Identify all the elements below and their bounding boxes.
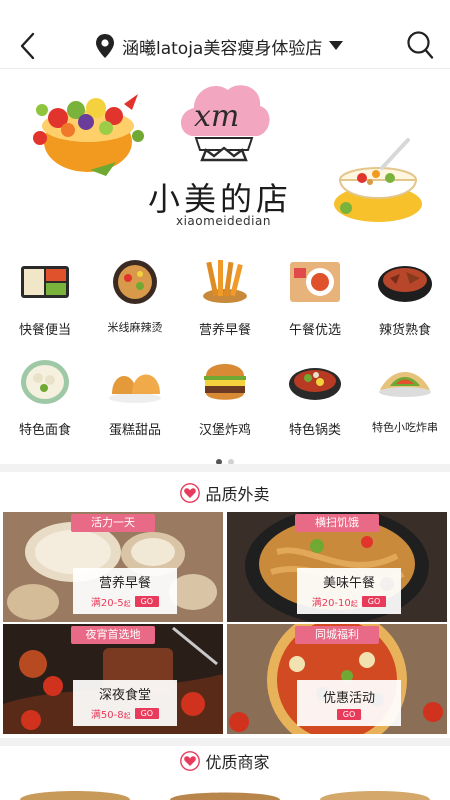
category-mianshi[interactable]: 特色面食 [0,352,90,442]
promo-card-discount[interactable]: 同城福利 优惠活动 GO [227,624,447,734]
fruit-bowl-illustration [33,94,144,176]
heart-icon [180,483,201,503]
category-kuaican[interactable]: 快餐便当 [0,252,90,342]
promo-tag: 同城福利 [295,626,379,644]
go-button[interactable]: GO [336,709,362,720]
cereal-bowl-illustration [334,138,422,222]
category-label: 蛋糕甜品 [108,423,161,438]
promo-tag: 横扫饥饿 [295,514,379,532]
category-label: 汉堡炸鸡 [198,423,251,438]
section-divider [0,738,450,746]
wrap-icon [379,372,431,397]
go-button[interactable]: GO [134,596,160,607]
logo-subtitle: xiaomeidedian [176,214,271,228]
lunch-plate-icon [290,262,340,302]
brand-logo-icon: xm [181,85,270,162]
category-label: 快餐便当 [18,323,71,338]
category-label: 营养早餐 [198,323,251,338]
noodle-pot-icon [113,260,157,304]
category-label: 辣货熟食 [378,323,431,338]
promo-info-box: 营养早餐 满20-5起 GO [73,568,177,614]
category-wucan[interactable]: 午餐优选 [270,252,360,342]
promo-deal: 满20-10起 [311,598,358,609]
category-label: 特色小吃炸串 [372,421,438,434]
category-zaocan[interactable]: 营养早餐 [180,252,270,342]
section-title-takeout: 品质外卖 [0,478,450,508]
burger-icon [204,364,246,400]
promo-tag: 活力一天 [71,514,155,532]
hotpot-icon [289,368,341,400]
bread-icon [109,374,161,403]
promo-card-breakfast[interactable]: 活力一天 营养早餐 满20-5起 GO [3,512,223,622]
promo-card-lunch[interactable]: 横扫饥饿 美味午餐 满20-10起 GO [227,512,447,622]
promo-info-box: 深夜食堂 满50-8起 GO [73,680,177,726]
category-label: 米线麻辣烫 [107,321,163,334]
merchant-thumbnails-peek [20,791,430,800]
category-label: 特色面食 [18,423,71,438]
promo-info-box: 优惠活动 GO [297,680,401,726]
category-xiaochi[interactable]: 特色小吃炸串 [360,352,450,442]
promo-card-latenight[interactable]: 夜宵首选地 深夜食堂 满50-8起 GO [3,624,223,734]
promo-info-box: 美味午餐 满20-10起 GO [297,568,401,614]
section-title-text: 品质外卖 [205,485,270,504]
chevron-down-icon [329,41,344,50]
dumplings-icon [21,360,69,404]
promo-name: 美味午餐 [322,576,375,591]
promo-name: 优惠活动 [322,691,375,706]
category-mixian[interactable]: 米线麻辣烫 [90,252,180,342]
promo-name: 深夜食堂 [98,688,151,703]
promo-deal: 满50-8起 [90,710,131,721]
location-pin-icon [96,34,114,58]
search-icon[interactable] [406,30,434,60]
fries-icon [203,260,247,303]
category-grid: 快餐便当 米线麻辣烫 营养早餐 午餐优选 辣货熟食 特色面食 蛋糕甜品 汉堡炸鸡… [0,252,450,452]
section-divider [0,464,450,472]
promo-tag: 夜宵首选地 [71,626,155,644]
category-lahuo[interactable]: 辣货熟食 [360,252,450,342]
spicy-bowl-icon [378,266,432,302]
category-guolei[interactable]: 特色锅类 [270,352,360,442]
category-dangao[interactable]: 蛋糕甜品 [90,352,180,442]
banner[interactable]: xm 小美的店 xiaomeidedian [0,70,450,242]
promo-name: 营养早餐 [98,576,151,591]
back-icon[interactable] [14,30,42,62]
category-hanbao[interactable]: 汉堡炸鸡 [180,352,270,442]
category-label: 特色锅类 [288,423,341,438]
go-button[interactable]: GO [134,708,160,719]
logo-mark: xm [194,99,239,134]
category-label: 午餐优选 [288,323,341,338]
heart-icon [180,751,201,771]
go-button[interactable]: GO [361,596,387,607]
section-title-merchants: 优质商家 [0,746,450,776]
bento-icon [21,266,69,298]
section-title-text: 优质商家 [205,753,270,772]
promo-deal: 满20-5起 [90,598,131,609]
store-location-selector[interactable]: 涵曦latoja美容瘦身体验店 [94,32,344,60]
store-name: 涵曦latoja美容瘦身体验店 [122,38,323,59]
header-divider [0,68,450,69]
